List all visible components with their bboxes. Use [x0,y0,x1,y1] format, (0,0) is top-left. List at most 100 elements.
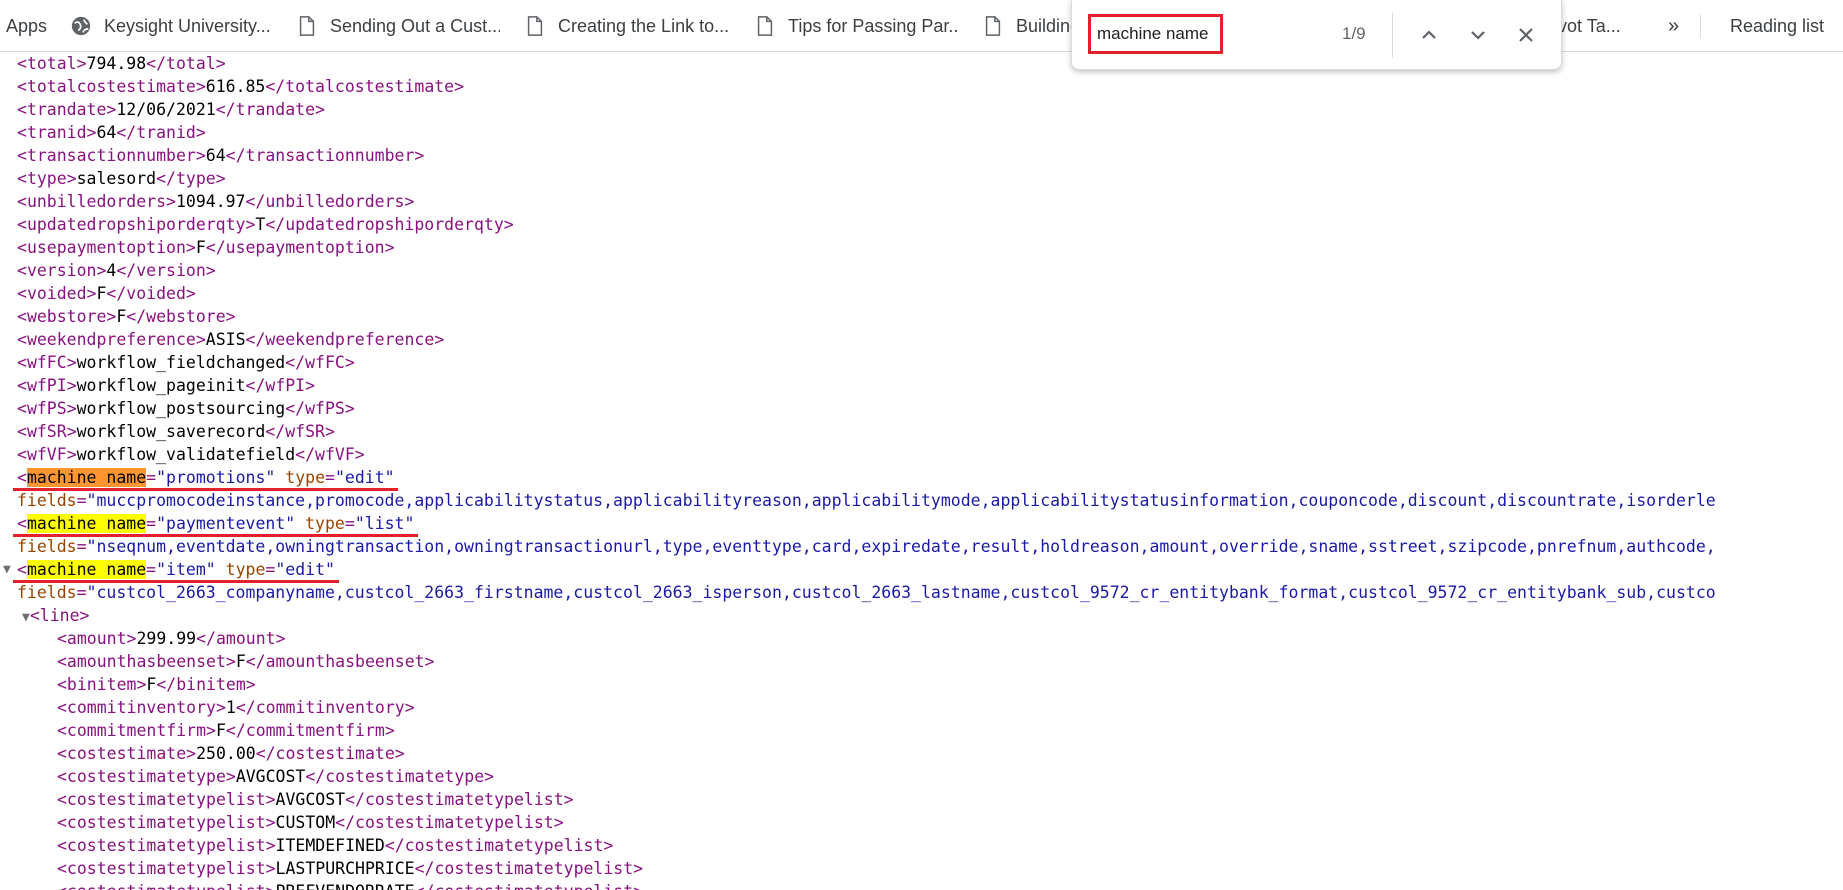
bookmark-item[interactable]: vot Ta... [1558,0,1648,52]
xml-text-value: workflow_validatefield [76,445,296,464]
bookmarks-bar: Apps Keysight University... Sending Out … [0,0,1843,52]
xml-tag-bracket: > [66,169,77,188]
collapse-triangle-icon[interactable]: ▼ [22,610,30,625]
bookmark-item[interactable]: Sending Out a Cust... [296,0,500,52]
xml-open-tag: <costestimatetypelist> [57,859,276,878]
xml-close-tag: </amount> [196,629,286,648]
xml-text-value: LASTPURCHPRICE [275,859,415,878]
xml-tag-bracket: < [17,146,27,165]
find-match: machine name [26,560,147,579]
xml-close-tag: </costestimatetype> [305,767,495,786]
xml-text-value: AVGCOST [235,767,306,786]
xml-tag-name: trandate [26,100,107,119]
bookmark-apps-label: Apps [6,15,48,36]
xml-tag-bracket: < [17,445,27,464]
xml-equals: = [344,514,355,533]
xml-text-value: workflow_fieldchanged [76,353,286,372]
xml-open-tag: <amount> [57,629,137,648]
xml-element-line: <costestimatetypelist>AVGCOST</costestim… [57,788,574,811]
xml-tag-name: wfVF [26,445,67,464]
xml-open-tag: <costestimatetype> [57,767,236,786]
xml-attr-name: name [106,560,147,579]
xml-text-value: F [195,238,206,257]
xml-text-value: 12/06/2021 [116,100,216,119]
xml-tag-bracket: < [17,468,27,487]
xml-text-value: 794.98 [86,54,147,73]
xml-close-tag: </costestimatetypelist> [345,790,574,809]
find-bar-divider [1392,12,1393,58]
find-previous-button[interactable] [1414,20,1444,50]
xml-tag-bracket: < [17,353,27,372]
xml-element-line: <costestimatetypelist>CUSTOM</costestima… [57,811,564,834]
xml-equals: = [325,468,335,487]
xml-text-value: CUSTOM [275,813,336,832]
bookmark-item[interactable]: Keysight University... [70,0,270,52]
xml-fields-line: fields="muccpromocodeinstance,promocode,… [17,489,1716,512]
globe-icon [71,16,91,36]
xml-tag-bracket: < [17,77,27,96]
xml-tag-bracket: < [17,169,27,188]
find-match-count: 1/9 [1342,24,1366,43]
xml-close-tag: </costestimatetypelist> [414,859,644,878]
xml-tag-bracket: > [195,146,206,165]
xml-element-line: <usepaymentoption>F</usepaymentoption> [17,236,395,259]
xml-element-line: <amount>299.99</amount> [57,627,286,650]
xml-text-value: F [215,721,226,740]
bookmark-label: Creating the Link to... [558,15,730,36]
xml-attr-name: type [285,468,326,487]
xml-open-tag: <binitem> [57,675,147,694]
xml-tag-bracket: > [245,215,256,234]
xml-close-tag: </transactionnumber> [225,146,425,165]
bookmark-item[interactable]: Tips for Passing Par... [754,0,958,52]
xml-tag-name: version [26,261,97,280]
collapse-triangle-icon[interactable]: ▼ [3,558,11,581]
xml-attr-value: "promotions" [156,468,276,487]
xml-tag-name: unbilledorders [26,192,167,211]
xml-tag-bracket: < [17,376,27,395]
bookmark-apps[interactable]: Apps [6,0,47,52]
xml-text-value: 250.00 [196,744,256,763]
find-close-button[interactable] [1511,20,1541,50]
xml-tag-name: transactionnumber [26,146,196,165]
xml-close-tag: </total> [146,54,226,73]
bookmark-item[interactable]: Creating the Link to... [524,0,730,52]
xml-tag-bracket: > [66,376,77,395]
xml-tag-bracket: > [66,422,77,441]
xml-tag-bracket: < [17,54,27,73]
xml-close-tag: </webstore> [126,307,236,326]
find-input[interactable] [1088,14,1223,54]
xml-equals: = [146,468,157,487]
xml-tag-bracket: > [66,353,77,372]
xml-text-value: 299.99 [136,629,197,648]
xml-tag-bracket: < [17,284,27,303]
xml-equals: = [76,491,87,510]
bookmarks-overflow-button[interactable]: » [1668,0,1679,52]
bookmark-item[interactable]: Building [982,0,1072,52]
xml-open-tag: <commitmentfirm> [57,721,216,740]
xml-tag-bracket: < [17,514,27,533]
page-icon [985,16,1001,36]
xml-text-value: workflow_postsourcing [76,399,286,418]
reading-list-button[interactable]: Reading list [1718,0,1824,52]
xml-close-tag: </wfVF> [295,445,365,464]
xml-text-value: F [96,284,107,303]
xml-element-line: <type>salesord</type> [17,167,226,190]
xml-equals: = [76,583,87,602]
xml-text-value: 616.85 [205,77,266,96]
xml-tag-bracket: < [29,606,40,625]
xml-equals: = [146,560,157,579]
close-icon [1519,28,1533,42]
page-icon [527,16,543,36]
xml-open-tag: <amounthasbeenset> [57,652,236,671]
xml-text-value: 64 [96,123,117,142]
xml-element-line: <totalcostestimate>616.85</totalcostesti… [17,75,464,98]
bookmark-label: Tips for Passing Par... [788,15,958,36]
xml-tag-name: wfPS [26,399,67,418]
xml-equals: = [265,560,276,579]
xml-element-line: <wfVF>workflow_validatefield</wfVF> [17,443,365,466]
xml-element-line: <wfFC>workflow_fieldchanged</wfFC> [17,351,355,374]
find-next-button[interactable] [1463,20,1493,50]
xml-element-line: <weekendpreference>ASIS</weekendpreferen… [17,328,444,351]
xml-machine-line: ▼ <machine name="item" type="edit" [3,558,335,581]
xml-text-value: 4 [106,261,117,280]
